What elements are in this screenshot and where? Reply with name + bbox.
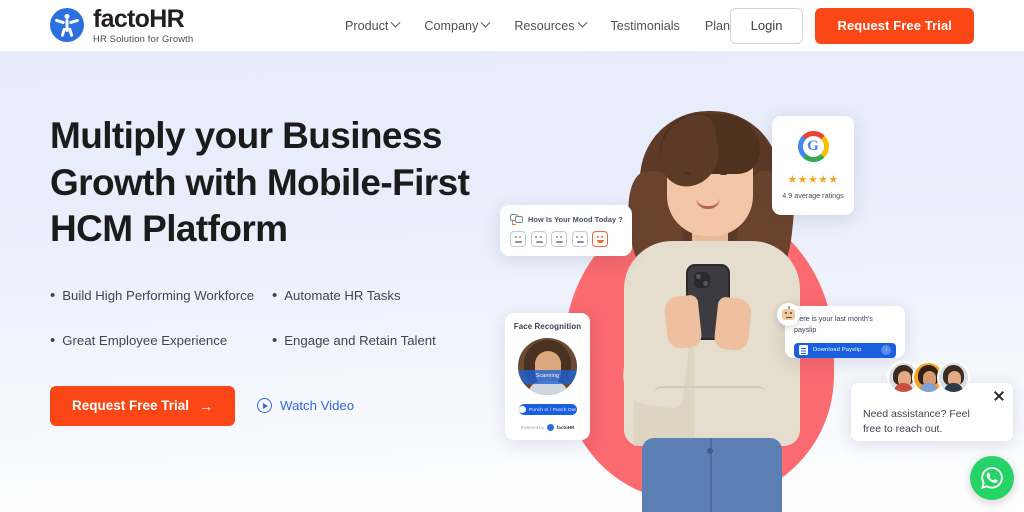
chevron-down-icon bbox=[577, 17, 587, 28]
powered-by-label: Powered by bbox=[520, 425, 544, 430]
hero-section: Multiply your Business Growth with Mobil… bbox=[0, 51, 1024, 512]
login-button[interactable]: Login bbox=[729, 7, 804, 44]
rating-text: 4.9 average ratings bbox=[782, 191, 844, 200]
chat-bubble-icon bbox=[510, 214, 523, 225]
employee-face-photo: Scanning bbox=[518, 338, 577, 395]
hero-illustration: How Is Your Mood Today ? ★★★★★ 4.9 avera… bbox=[490, 51, 1024, 512]
list-item: • Engage and Retain Talent bbox=[272, 333, 520, 348]
face-recognition-title: Face Recognition bbox=[513, 322, 582, 331]
fingerprint-icon bbox=[519, 405, 527, 413]
hero-cta-row: Request Free Trial → Watch Video bbox=[50, 385, 520, 426]
watch-video-button[interactable]: Watch Video bbox=[257, 398, 355, 414]
nav-label-product: Product bbox=[345, 18, 389, 33]
mood-options bbox=[510, 231, 622, 247]
bullet-dot-icon: • bbox=[272, 331, 278, 349]
google-rating-card: ★★★★★ 4.9 average ratings bbox=[772, 116, 854, 215]
cta-primary-label: Request Free Trial bbox=[72, 398, 190, 414]
factohr-mark-icon bbox=[546, 424, 554, 431]
hero-copy: Multiply your Business Growth with Mobil… bbox=[50, 113, 520, 426]
chevron-down-icon bbox=[390, 17, 401, 28]
chat-assistance-widget[interactable]: Need assistance? Feel free to reach out. bbox=[851, 361, 1013, 441]
landing-page: factoHR HR Solution for Growth Product C… bbox=[0, 0, 1024, 512]
close-icon[interactable] bbox=[993, 390, 1005, 402]
download-arrow-icon: ↓ bbox=[881, 345, 891, 356]
avatar bbox=[937, 361, 970, 394]
bullet-label: Great Employee Experience bbox=[62, 332, 228, 348]
chevron-down-icon bbox=[480, 17, 491, 28]
mood-option-happy-selected[interactable] bbox=[592, 231, 608, 247]
arrow-right-icon: → bbox=[199, 397, 214, 414]
nav-label-company: Company bbox=[424, 18, 479, 33]
punch-in-out-button[interactable]: Punch In / Punch Out bbox=[518, 403, 577, 415]
payslip-notification-card[interactable]: Here is your last month's payslip Downlo… bbox=[785, 306, 905, 358]
play-icon bbox=[257, 398, 273, 414]
google-g-icon bbox=[797, 131, 829, 162]
download-payslip-button[interactable]: Download Payslip ↓ bbox=[794, 342, 896, 358]
powered-by-brand: factoHR bbox=[556, 425, 575, 430]
nav-item-testimonials[interactable]: Testimonials bbox=[611, 19, 680, 33]
person-logo-icon bbox=[50, 8, 84, 43]
bullet-label: Build High Performing Workforce bbox=[62, 287, 255, 303]
mood-card-title: How Is Your Mood Today ? bbox=[528, 215, 623, 224]
list-item: • Build High Performing Workforce bbox=[50, 288, 272, 303]
brand-tagline: HR Solution for Growth bbox=[93, 33, 194, 45]
request-free-trial-button-header[interactable]: Request Free Trial bbox=[815, 7, 974, 44]
header-actions: Login Request Free Trial bbox=[729, 0, 974, 51]
download-payslip-label: Download Payslip bbox=[813, 347, 862, 354]
powered-by-row: Powered by factoHR bbox=[520, 424, 575, 431]
bullet-label: Engage and Retain Talent bbox=[284, 332, 436, 348]
punch-button-label: Punch In / Punch Out bbox=[529, 406, 576, 412]
page-title: Multiply your Business Growth with Mobil… bbox=[50, 115, 470, 250]
brand-name: factoHR bbox=[93, 5, 185, 33]
chat-message: Need assistance? Feel free to reach out. bbox=[863, 408, 970, 436]
watch-video-label: Watch Video bbox=[280, 398, 355, 414]
face-recognition-card[interactable]: Face Recognition Scanning Punch In / Pun… bbox=[505, 313, 590, 440]
site-header: factoHR HR Solution for Growth Product C… bbox=[0, 0, 1024, 51]
document-icon bbox=[799, 345, 808, 356]
mood-option-neutral[interactable] bbox=[510, 231, 526, 247]
brand-logo[interactable]: factoHR HR Solution for Growth bbox=[50, 6, 193, 44]
bullet-dot-icon: • bbox=[272, 286, 278, 304]
support-agent-avatars bbox=[887, 361, 970, 394]
star-rating-icon: ★★★★★ bbox=[787, 174, 839, 186]
mood-survey-card[interactable]: How Is Your Mood Today ? bbox=[500, 205, 632, 256]
main-navigation: Product Company Resources Testimonials P… bbox=[345, 0, 736, 51]
bullet-label: Automate HR Tasks bbox=[284, 287, 401, 303]
payslip-message: Here is your last month's payslip bbox=[794, 314, 873, 334]
nav-item-product[interactable]: Product bbox=[345, 17, 401, 33]
list-item: • Great Employee Experience bbox=[50, 333, 272, 348]
bullet-dot-icon: • bbox=[50, 331, 56, 349]
nav-label-testimonials: Testimonials bbox=[610, 18, 680, 33]
mood-option-neutral-2[interactable] bbox=[551, 231, 567, 247]
mood-option-sad[interactable] bbox=[530, 231, 547, 247]
scan-label: Scanning bbox=[535, 373, 560, 379]
bullet-dot-icon: • bbox=[50, 286, 56, 304]
hero-feature-list: • Build High Performing Workforce • Auto… bbox=[50, 288, 520, 348]
nav-item-company[interactable]: Company bbox=[424, 17, 491, 33]
list-item: • Automate HR Tasks bbox=[272, 288, 520, 303]
whatsapp-icon[interactable] bbox=[970, 456, 1014, 500]
mood-option-slight-smile[interactable] bbox=[571, 231, 588, 247]
nav-item-resources[interactable]: Resources bbox=[514, 17, 587, 33]
request-free-trial-button-hero[interactable]: Request Free Trial → bbox=[50, 385, 236, 426]
nav-label-resources: Resources bbox=[514, 18, 575, 33]
chatbot-avatar-icon bbox=[777, 303, 800, 326]
